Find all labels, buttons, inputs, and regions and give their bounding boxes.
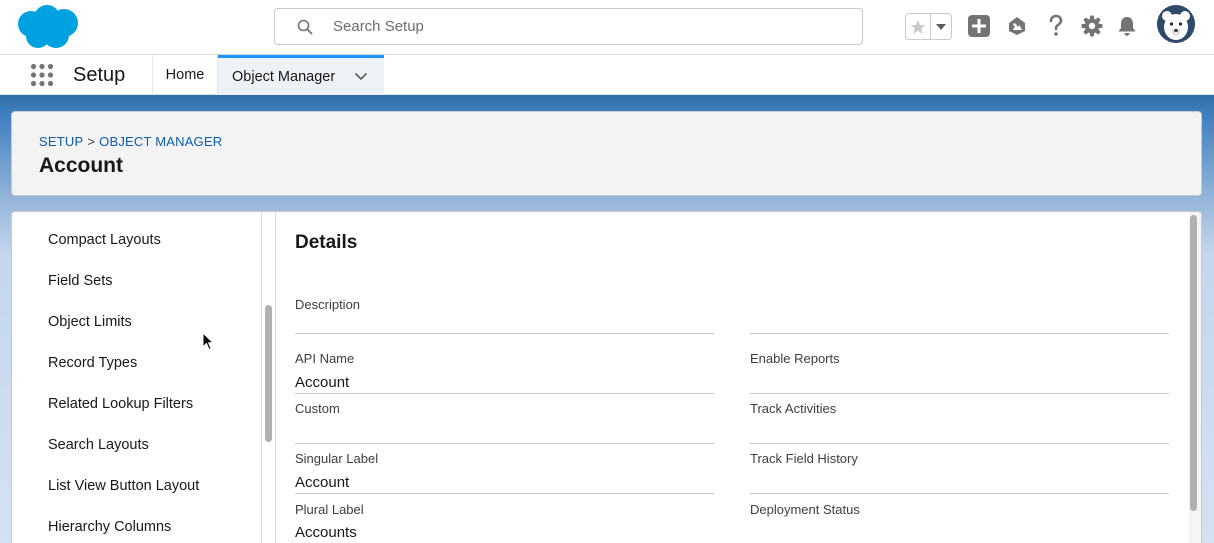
salesforce-cloud-logo[interactable] (14, 4, 80, 50)
field-label-description: Description (295, 297, 361, 312)
search-input[interactable] (333, 18, 813, 35)
main-card: Compact Layouts Field Sets Object Limits… (11, 211, 1202, 543)
plus-icon (968, 15, 990, 37)
field-divider (750, 393, 1169, 394)
chevron-down-icon[interactable] (354, 69, 368, 83)
search-icon (297, 19, 313, 34)
page-title: Account (39, 154, 123, 177)
field-label-singular-label: Singular Label (295, 451, 379, 466)
help-icon (1049, 14, 1063, 36)
field-value-singular-label: Account (295, 474, 350, 491)
sidebar-item-compact-layouts[interactable]: Compact Layouts (48, 232, 161, 248)
field-value-api-name: Account (295, 374, 350, 391)
field-divider (750, 443, 1169, 444)
breadcrumb-object-manager[interactable]: OBJECT MANAGER (99, 134, 222, 149)
field-divider (750, 333, 1169, 334)
setup-button[interactable] (1080, 14, 1104, 38)
field-divider (295, 393, 714, 394)
sidebar-scrollbar[interactable] (265, 305, 272, 442)
field-label-enable-reports: Enable Reports (750, 351, 840, 366)
field-label-custom: Custom (295, 401, 340, 416)
tab-object-manager[interactable]: Object Manager (218, 55, 384, 95)
app-name: Setup (73, 64, 126, 86)
sidebar-item-field-sets[interactable]: Field Sets (48, 273, 112, 289)
help-button[interactable] (1044, 14, 1068, 38)
global-actions-button[interactable] (967, 14, 991, 38)
context-bar: Setup Home Object Manager (0, 55, 1214, 95)
global-header (0, 0, 1214, 55)
sidebar-item-object-limits[interactable]: Object Limits (48, 314, 132, 330)
chevron-down-icon (936, 23, 946, 30)
favorites-list-button[interactable] (931, 14, 951, 39)
app-launcher-icon[interactable] (30, 63, 54, 87)
sidebar-item-search-layouts[interactable]: Search Layouts (48, 437, 149, 453)
mouse-cursor-icon (202, 332, 214, 351)
field-label-deployment-status: Deployment Status (750, 502, 860, 517)
sidebar-item-record-types[interactable]: Record Types (48, 355, 137, 371)
sidebar-item-hierarchy-columns[interactable]: Hierarchy Columns (48, 519, 171, 535)
tab-home-label: Home (165, 67, 205, 83)
field-divider (295, 493, 714, 494)
trailhead-icon (1009, 17, 1025, 35)
object-sidebar: Compact Layouts Field Sets Object Limits… (12, 212, 262, 543)
breadcrumb: SETUP > OBJECT MANAGER (39, 134, 222, 149)
details-panel: Details Description API Name Account Cus… (275, 212, 1187, 543)
search-box[interactable] (274, 8, 863, 45)
sidebar-item-list-view-button-layout[interactable]: List View Button Layout (48, 478, 199, 494)
favorites-button[interactable] (906, 14, 931, 39)
field-label-track-activities: Track Activities (750, 401, 837, 416)
trailhead-button[interactable] (1005, 14, 1029, 38)
notifications-button[interactable] (1115, 14, 1139, 38)
star-icon (910, 19, 926, 34)
breadcrumb-separator: > (87, 134, 96, 149)
user-avatar[interactable] (1157, 5, 1195, 43)
field-label-plural-label: Plural Label (295, 502, 364, 517)
breadcrumb-setup[interactable]: SETUP (39, 134, 83, 149)
page-header: SETUP > OBJECT MANAGER Account (11, 111, 1202, 196)
details-title: Details (295, 232, 358, 253)
field-value-plural-label: Accounts (295, 524, 357, 541)
tab-object-manager-label: Object Manager (232, 68, 336, 85)
field-divider (295, 333, 714, 334)
field-divider (295, 443, 714, 444)
favorites-group (905, 13, 952, 40)
tab-home[interactable]: Home (152, 55, 218, 95)
bell-icon (1118, 17, 1136, 36)
field-label-track-field-history: Track Field History (750, 451, 858, 466)
gear-icon (1081, 15, 1103, 37)
sidebar-item-related-lookup-filters[interactable]: Related Lookup Filters (48, 396, 193, 412)
field-divider (750, 493, 1169, 494)
bear-avatar (1157, 5, 1195, 43)
details-scrollbar-thumb[interactable] (1190, 215, 1197, 511)
field-label-api-name: API Name (295, 351, 355, 366)
